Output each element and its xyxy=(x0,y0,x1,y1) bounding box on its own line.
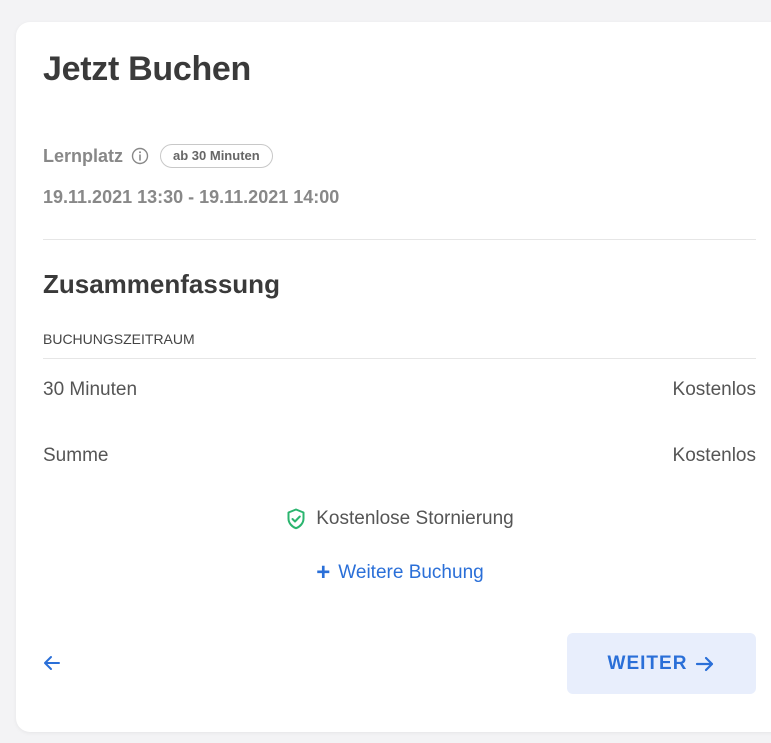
summary-row-value: Kostenlos xyxy=(672,379,756,400)
add-booking-link[interactable]: + Weitere Buchung xyxy=(0,561,771,585)
summary-row-duration: 30 Minuten Kostenlos xyxy=(43,379,756,401)
divider xyxy=(43,239,756,240)
summary-row-total: Summe Kostenlos xyxy=(43,445,756,467)
next-button[interactable]: WEITER xyxy=(567,633,756,694)
free-cancellation: Kostenlose Stornierung xyxy=(0,508,771,530)
divider xyxy=(43,358,756,359)
date-range: 19.11.2021 13:30 - 19.11.2021 14:00 xyxy=(43,187,340,207)
free-cancellation-text: Kostenlose Stornierung xyxy=(316,508,514,529)
summary-row-label: Summe xyxy=(43,445,109,466)
shield-check-icon xyxy=(286,508,306,530)
summary-row-value: Kostenlos xyxy=(672,445,756,466)
place-row: Lernplatz ab 30 Minuten xyxy=(43,143,273,169)
summary-title: Zusammenfassung xyxy=(43,269,280,299)
page-title: Jetzt Buchen xyxy=(43,50,251,88)
summary-row-label: 30 Minuten xyxy=(43,379,138,400)
place-label: Lernplatz xyxy=(43,145,124,166)
info-icon[interactable] xyxy=(131,147,149,165)
add-booking-label: Weitere Buchung xyxy=(338,562,484,583)
arrow-left-icon xyxy=(43,655,61,671)
booking-card xyxy=(16,22,771,732)
back-button[interactable] xyxy=(35,648,69,678)
duration-badge: ab 30 Minuten xyxy=(160,144,273,168)
next-button-label: WEITER xyxy=(607,652,688,674)
booking-period-label: BUCHUNGSZEITRAUM xyxy=(43,331,195,347)
arrow-right-icon xyxy=(695,655,715,673)
plus-icon: + xyxy=(316,559,331,586)
